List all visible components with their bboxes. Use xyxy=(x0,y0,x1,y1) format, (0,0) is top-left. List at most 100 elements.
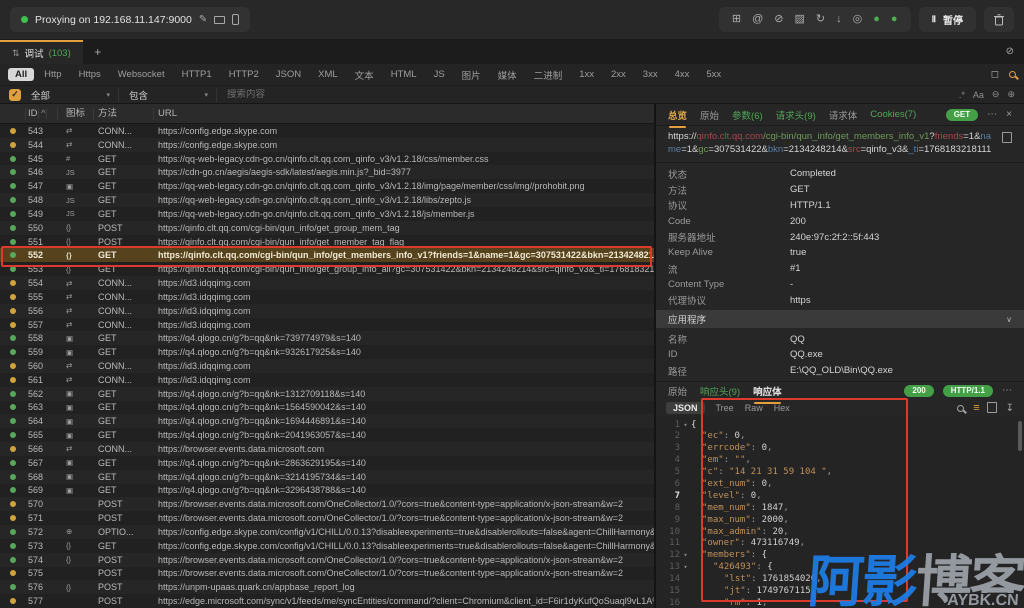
filter-chip-xml[interactable]: XML xyxy=(311,68,345,81)
table-row[interactable]: 575POSThttps://browser.events.data.micro… xyxy=(0,567,654,581)
table-row[interactable]: 577POSThttps://edge.microsoft.com/sync/v… xyxy=(0,594,654,608)
table-row[interactable]: 571POSThttps://browser.events.data.micro… xyxy=(0,511,654,525)
filter-chip-4xx[interactable]: 4xx xyxy=(668,68,697,81)
table-row[interactable]: 550{}POSThttps://qinfo.clt.qq.com/cgi-bi… xyxy=(0,221,654,235)
request-tab-总览[interactable]: 总览 xyxy=(668,108,687,122)
table-row[interactable]: 564▣GEThttps://q4.qlogo.cn/g?b=qq&nk=169… xyxy=(0,414,654,428)
response-tab-响应体[interactable]: 响应体 xyxy=(753,384,782,398)
record-icon[interactable]: ◎ xyxy=(853,14,863,25)
expand-icon[interactable]: ▾ xyxy=(680,562,691,574)
table-row[interactable]: 562▣GEThttps://q4.qlogo.cn/g?b=qq&nk=131… xyxy=(0,387,654,401)
request-tab-请求头(9)[interactable]: 请求头(9) xyxy=(776,108,816,122)
request-tab-原始[interactable]: 原始 xyxy=(700,108,719,122)
mode-select[interactable]: 包含 ▾ xyxy=(129,88,217,102)
table-row[interactable]: 573{}GEThttps://config.edge.skype.com/co… xyxy=(0,539,654,553)
at-icon[interactable]: @ xyxy=(752,14,763,25)
response-tab-原始[interactable]: 原始 xyxy=(668,384,687,398)
filter-chip-http[interactable]: Http xyxy=(37,68,68,81)
copy-icon[interactable] xyxy=(1004,134,1012,143)
phone-icon[interactable] xyxy=(232,14,239,25)
filter-checkbox[interactable]: ✓ xyxy=(9,89,21,101)
expand-icon[interactable]: ▾ xyxy=(680,420,691,432)
table-row[interactable]: 545#GEThttps://qq-web-legacy.cdn-go.cn/q… xyxy=(0,152,654,166)
filter-chip-文本[interactable]: 文本 xyxy=(348,67,381,83)
network-off-icon[interactable]: ⊘ xyxy=(774,14,783,25)
scrollbar[interactable] xyxy=(1018,421,1022,451)
table-row[interactable]: 551{}POSThttps://qinfo.clt.qq.com/cgi-bi… xyxy=(0,235,654,249)
api-testing-icon[interactable]: ⊞ xyxy=(732,14,741,25)
table-row[interactable]: 559▣GEThttps://q4.qlogo.cn/g?b=qq&nk=932… xyxy=(0,345,654,359)
table-row[interactable]: 547▣GEThttps://qq-web-legacy.cdn-go.cn/q… xyxy=(0,179,654,193)
match-case-icon[interactable]: Aa xyxy=(973,90,984,100)
table-row[interactable]: 556⇄CONN...https://id3.idqqimg.com xyxy=(0,304,654,318)
filter-chip-1xx[interactable]: 1xx xyxy=(572,68,601,81)
filter-chip-all[interactable]: All xyxy=(8,68,34,81)
filter-chip-http2[interactable]: HTTP2 xyxy=(222,68,266,81)
table-row[interactable]: 574{}POSThttps://browser.events.data.mic… xyxy=(0,553,654,567)
table-row[interactable]: 565▣GEThttps://q4.qlogo.cn/g?b=qq&nk=204… xyxy=(0,428,654,442)
copy-body-icon[interactable] xyxy=(989,404,997,413)
table-row[interactable]: 561⇄CONN...https://id3.idqqimg.com xyxy=(0,373,654,387)
proxy-status-pill[interactable]: Proxying on 192.168.11.147:9000 ✎ xyxy=(10,7,250,32)
filter-chip-js[interactable]: JS xyxy=(427,68,452,81)
table-row[interactable]: 557⇄CONN...https://id3.idqqimg.com xyxy=(0,318,654,332)
remove-filter-icon[interactable]: ⊖ xyxy=(992,89,1000,100)
clear-button[interactable] xyxy=(984,7,1014,32)
table-row[interactable]: 554⇄CONN...https://id3.idqqimg.com xyxy=(0,276,654,290)
table-row[interactable]: 563▣GEThttps://q4.qlogo.cn/g?b=qq&nk=156… xyxy=(0,401,654,415)
table-row[interactable]: 569▣GEThttps://q4.qlogo.cn/g?b=qq&nk=329… xyxy=(0,484,654,498)
scope-select[interactable]: 全部 ▾ xyxy=(31,88,119,102)
expand-icon[interactable]: ▾ xyxy=(680,550,691,562)
tab-debug[interactable]: ⇅ 调试 (103) xyxy=(0,40,83,64)
filter-chip-https[interactable]: Https xyxy=(72,68,108,81)
filter-chip-html[interactable]: HTML xyxy=(384,68,424,81)
table-row[interactable]: 552{}GEThttps://qinfo.clt.qq.com/cgi-bin… xyxy=(0,248,654,262)
rewrite-icon[interactable]: ↻ xyxy=(816,14,825,25)
format-icon[interactable]: ≡ xyxy=(973,402,979,414)
table-row[interactable]: 576{}POSThttps://unpm-upaas.quark.cn/app… xyxy=(0,580,654,594)
json-response-viewer[interactable]: 1▾{2"ec": 0,3"errcode": 0,4"em": "",5"c"… xyxy=(656,417,1024,608)
view-tab-tree[interactable]: Tree xyxy=(716,403,734,413)
add-tab-button[interactable]: + xyxy=(83,40,113,64)
filter-chip-3xx[interactable]: 3xx xyxy=(636,68,665,81)
table-row[interactable]: 560⇄CONN...https://id3.idqqimg.com xyxy=(0,359,654,373)
certificate-icon[interactable] xyxy=(214,16,225,24)
table-row[interactable]: 544⇄CONN...https://config.edge.skype.com xyxy=(0,138,654,152)
filter-chip-2xx[interactable]: 2xx xyxy=(604,68,633,81)
request-tab-请求体[interactable]: 请求体 xyxy=(829,108,858,122)
search-icon[interactable] xyxy=(1009,71,1016,78)
view-tab-hex[interactable]: Hex xyxy=(774,403,790,413)
table-row[interactable]: 570POSThttps://browser.events.data.micro… xyxy=(0,497,654,511)
filter-chip-图片[interactable]: 图片 xyxy=(455,67,488,83)
request-tab-参数(6)[interactable]: 参数(6) xyxy=(732,108,763,122)
filter-chip-媒体[interactable]: 媒体 xyxy=(491,67,524,83)
more-icon[interactable]: ⋯ xyxy=(1002,385,1012,396)
table-row[interactable]: 558▣GEThttps://q4.qlogo.cn/g?b=qq&nk=739… xyxy=(0,331,654,345)
regex-icon[interactable]: .* xyxy=(959,90,965,100)
add-filter-icon[interactable]: ⊕ xyxy=(1007,89,1015,100)
table-row[interactable]: 546JSGEThttps://cdn-go.cn/aegis/aegis-sd… xyxy=(0,165,654,179)
filter-chip-websocket[interactable]: Websocket xyxy=(111,68,172,81)
table-row[interactable]: 548JSGEThttps://qq-web-legacy.cdn-go.cn/… xyxy=(0,193,654,207)
table-row[interactable]: 572⊕OPTIO...https://config.edge.skype.co… xyxy=(0,525,654,539)
table-row[interactable]: 553{}GEThttps://qinfo.clt.qq.com/cgi-bin… xyxy=(0,262,654,276)
more-icon[interactable]: ⋯ xyxy=(987,109,997,120)
application-section-header[interactable]: 应用程序 ∨ xyxy=(656,310,1024,328)
edit-proxy-icon[interactable]: ✎ xyxy=(199,15,207,25)
pause-button[interactable]: Ⅱ 暂停 xyxy=(919,7,976,32)
highlight-filter-icon[interactable]: ◻ xyxy=(991,70,999,80)
search-input[interactable] xyxy=(227,89,949,100)
download-body-icon[interactable]: ↧ xyxy=(1006,403,1014,414)
table-row[interactable]: 566⇄CONN...https://browser.events.data.m… xyxy=(0,442,654,456)
mock-off-icon[interactable]: ▨ xyxy=(795,14,805,25)
request-tab-Cookies(7)[interactable]: Cookies(7) xyxy=(870,109,916,120)
table-row[interactable]: 543⇄CONN...https://config.edge.skype.com xyxy=(0,124,654,138)
request-url[interactable]: https://qinfo.clt.qq.com/cgi-bin/qun_inf… xyxy=(668,130,996,156)
table-row[interactable]: 555⇄CONN...https://id3.idqqimg.com xyxy=(0,290,654,304)
filter-chip-二进制[interactable]: 二进制 xyxy=(527,67,570,83)
view-tab-raw[interactable]: Raw xyxy=(745,403,763,413)
table-row[interactable]: 549JSGEThttps://qq-web-legacy.cdn-go.cn/… xyxy=(0,207,654,221)
table-row[interactable]: 567▣GEThttps://q4.qlogo.cn/g?b=qq&nk=286… xyxy=(0,456,654,470)
close-icon[interactable]: × xyxy=(1006,109,1012,120)
table-header[interactable]: ID ^ 图标 方法 URL xyxy=(0,104,654,124)
